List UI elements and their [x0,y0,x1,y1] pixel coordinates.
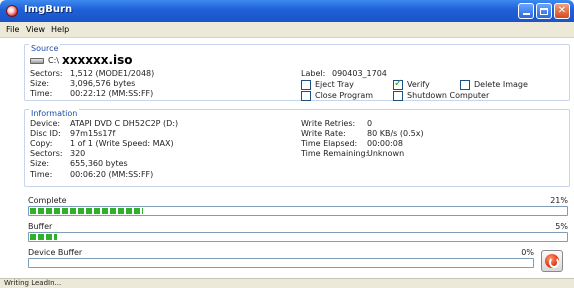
info-size-label: Size: [30,159,50,168]
source-drive-prefix: C:\ [48,56,59,65]
write-retries-value: 0 [367,119,373,128]
window-title: ImgBurn [24,4,73,15]
menu-bar: File View Help [0,22,574,38]
delete-image-checkbox[interactable] [460,80,470,90]
time-elapsed-value: 00:00:08 [367,139,403,148]
time-remaining-value: Unknown [367,149,405,158]
source-group-title: Source [29,44,61,53]
status-text: Writing LeadIn... [4,279,62,287]
maximize-button[interactable] [536,3,552,19]
buffer-percent: 5% [555,222,568,231]
write-rate-label: Write Rate: [301,129,346,138]
eject-tray-label: Eject Tray [315,80,354,89]
drive-icon [30,58,44,64]
complete-percent: 21% [550,196,568,205]
source-time-label: Time: [30,89,53,98]
write-retries-label: Write Retries: [301,119,356,128]
source-sectors-label: Sectors: [30,69,63,78]
complete-progress-bar [28,206,568,216]
title-bar: ImgBurn ✕ [0,0,574,22]
menu-view[interactable]: View [26,25,45,34]
disc-id-label: Disc ID: [30,129,61,138]
device-buffer-percent: 0% [521,248,534,257]
device-buffer-label: Device Buffer [28,248,83,257]
buffer-label: Buffer [28,222,53,231]
source-file-name: xxxxxx.iso [62,53,133,67]
source-size-value: 3,096,576 bytes [70,79,136,88]
source-size-label: Size: [30,79,50,88]
verify-checkbox[interactable] [393,78,403,90]
buffer-progress-bar [28,232,568,242]
eject-tray-checkbox[interactable] [301,80,311,90]
info-time-label: Time: [30,170,53,179]
device-buffer-progress-bar [28,258,534,268]
menu-help[interactable]: Help [51,25,69,34]
info-time-value: 00:06:20 (MM:SS:FF) [70,170,154,179]
delete-image-label: Delete Image [474,80,528,89]
device-label: Device: [30,119,61,128]
copy-value: 1 of 1 (Write Speed: MAX) [70,139,174,148]
write-rate-value: 80 KB/s (0.5x) [367,129,424,138]
cancel-burn-button[interactable] [541,250,563,272]
close-icon: ✕ [557,5,567,16]
info-sectors-label: Sectors: [30,149,63,158]
maximize-icon [540,8,548,15]
shutdown-computer-label: Shutdown Computer [407,91,490,100]
disc-label-label: Label: [301,69,326,78]
copy-label: Copy: [30,139,53,148]
imgburn-app-icon [6,5,18,17]
disc-id-value: 97m15s17f [70,129,116,138]
close-program-checkbox[interactable] [301,91,311,101]
time-elapsed-label: Time Elapsed: [301,139,358,148]
complete-progress-fill [30,208,143,214]
menu-file[interactable]: File [6,25,19,34]
device-value: ATAPI DVD C DH52C2P (D:) [70,119,179,128]
source-time-value: 00:22:12 (MM:SS:FF) [70,89,154,98]
buffer-progress-fill [30,234,57,240]
complete-label: Complete [28,196,67,205]
close-button[interactable]: ✕ [554,3,570,19]
source-sectors-value: 1,512 (MODE1/2048) [70,69,155,78]
stop-icon [545,254,559,268]
minimize-button[interactable] [518,3,534,19]
close-program-label: Close Program [315,91,374,100]
disc-label-value: 090403_1704 [332,69,387,78]
info-sectors-value: 320 [70,149,86,158]
information-group-title: Information [29,109,80,118]
minimize-icon [522,13,530,15]
status-bar: Writing LeadIn... [0,278,574,288]
shutdown-computer-checkbox[interactable] [393,91,403,101]
info-size-value: 655,360 bytes [70,159,128,168]
verify-label: Verify [407,80,430,89]
time-remaining-label: Time Remaining: [301,149,369,158]
